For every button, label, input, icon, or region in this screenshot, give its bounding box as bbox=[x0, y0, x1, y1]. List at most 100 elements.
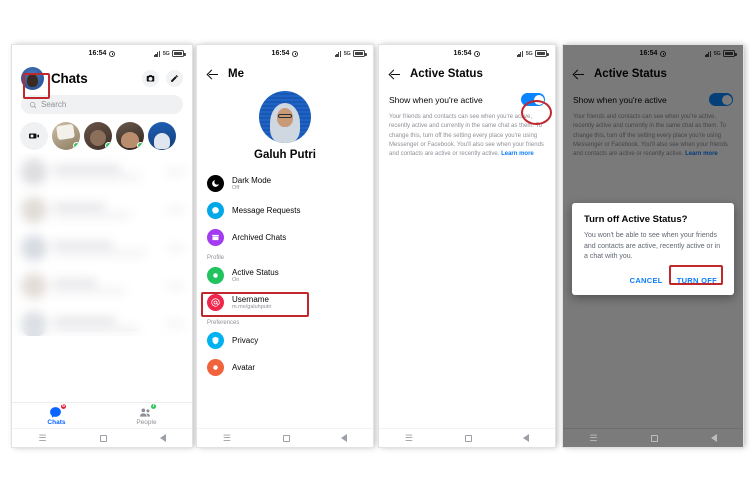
settings-row-value: On bbox=[232, 277, 240, 284]
back-arrow-icon[interactable] bbox=[207, 69, 218, 80]
section-header-profile: Profile bbox=[207, 255, 225, 261]
back-icon[interactable] bbox=[341, 434, 348, 442]
recents-icon[interactable]: ☰ bbox=[589, 433, 597, 443]
online-dot bbox=[105, 142, 112, 149]
bottom-nav-chats-label: Chats bbox=[47, 418, 66, 426]
status-bar-time: 16:54 bbox=[88, 50, 107, 57]
back-icon[interactable] bbox=[159, 434, 166, 442]
settings-row-active-status[interactable]: Active Status On bbox=[197, 262, 373, 289]
page-title: Me bbox=[228, 68, 244, 80]
android-nav-bar: ☰ bbox=[197, 428, 373, 447]
learn-more-link[interactable]: Learn more bbox=[501, 151, 534, 157]
story-item[interactable] bbox=[84, 122, 112, 150]
cancel-button[interactable]: CANCEL bbox=[625, 272, 668, 289]
network-label: 5G bbox=[162, 50, 170, 57]
username-icon bbox=[207, 294, 224, 311]
turn-off-button[interactable]: TURN OFF bbox=[672, 272, 722, 289]
dialog-title: Turn off Active Status? bbox=[584, 214, 688, 225]
screenshot-stage: 16:54 5G Chats Search 6 Chats 7 People ☰… bbox=[0, 0, 750, 500]
recents-icon[interactable]: ☰ bbox=[405, 433, 413, 443]
active-status-toggle[interactable] bbox=[521, 93, 545, 106]
active-status-header: Active Status bbox=[379, 62, 555, 87]
profile-avatar-large[interactable] bbox=[259, 91, 311, 143]
home-icon[interactable] bbox=[464, 434, 472, 442]
home-icon[interactable] bbox=[99, 434, 107, 442]
phone-panel-chats: 16:54 5G Chats Search 6 Chats 7 People ☰ bbox=[12, 45, 192, 447]
home-icon[interactable] bbox=[282, 434, 290, 442]
chat-list[interactable] bbox=[12, 153, 192, 336]
android-nav-bar: ☰ bbox=[379, 428, 555, 447]
settings-row-message-requests[interactable]: Message Requests bbox=[197, 197, 373, 224]
active-status-icon bbox=[207, 267, 224, 284]
avatar-icon bbox=[207, 359, 224, 376]
active-status-toggle-label: Show when you're active bbox=[389, 94, 483, 105]
people-icon: 7 bbox=[139, 402, 158, 418]
bottom-navigation: 6 Chats 7 People bbox=[12, 402, 192, 428]
status-bar: 16:54 5G bbox=[197, 45, 373, 62]
network-label: 5G bbox=[525, 50, 533, 57]
settings-row-label: Dark Mode bbox=[232, 175, 272, 185]
me-header: Me bbox=[197, 62, 373, 87]
chats-header: Chats bbox=[12, 62, 192, 94]
settings-row-label: Active Status bbox=[232, 267, 279, 277]
back-icon[interactable] bbox=[710, 434, 717, 442]
camera-icon[interactable] bbox=[142, 70, 159, 87]
battery-icon bbox=[535, 50, 549, 57]
settings-row-avatar[interactable]: Avatar bbox=[197, 354, 373, 381]
stories-row bbox=[12, 119, 192, 153]
chats-badge: 6 bbox=[59, 402, 68, 410]
settings-row-username[interactable]: Username m.me/galuhputri bbox=[197, 289, 373, 316]
signal-icon bbox=[516, 50, 524, 57]
bottom-nav-chats[interactable]: 6 Chats bbox=[47, 402, 68, 426]
section-header-preferences: Preferences bbox=[207, 320, 240, 326]
recents-icon[interactable]: ☰ bbox=[38, 433, 46, 443]
settings-row-value: m.me/galuhputri bbox=[232, 304, 272, 311]
back-icon[interactable] bbox=[523, 434, 530, 442]
phone-panel-me: 16:54 5G Me Galuh Putri Dark Mode Off Me… bbox=[197, 45, 373, 447]
profile-avatar[interactable] bbox=[21, 67, 44, 90]
settings-row-label: Message Requests bbox=[232, 206, 301, 215]
signal-icon bbox=[334, 50, 342, 57]
dialog-body: You won't be able to see when your frien… bbox=[584, 232, 721, 261]
android-nav-bar: ☰ bbox=[12, 428, 192, 447]
dialog-actions: CANCEL TURN OFF bbox=[584, 272, 722, 289]
story-item[interactable] bbox=[116, 122, 144, 150]
home-icon[interactable] bbox=[650, 434, 658, 442]
dark-mode-icon bbox=[207, 175, 224, 192]
back-arrow-icon[interactable] bbox=[389, 69, 400, 80]
bottom-nav-people[interactable]: 7 People bbox=[136, 402, 158, 426]
search-placeholder: Search bbox=[41, 100, 67, 109]
settings-row-privacy[interactable]: Privacy bbox=[197, 327, 373, 354]
story-item[interactable] bbox=[148, 122, 176, 150]
profile-name: Galuh Putri bbox=[254, 149, 316, 161]
message-requests-icon bbox=[207, 202, 224, 219]
story-item[interactable] bbox=[52, 122, 80, 150]
search-input[interactable]: Search bbox=[21, 95, 183, 114]
online-dot bbox=[73, 142, 80, 149]
compose-icon[interactable] bbox=[166, 70, 183, 87]
search-icon bbox=[29, 101, 37, 108]
settings-row-archived-chats[interactable]: Archived Chats bbox=[197, 224, 373, 251]
online-dot bbox=[137, 142, 144, 149]
people-badge: 7 bbox=[149, 402, 158, 410]
privacy-icon bbox=[207, 332, 224, 349]
settings-row-value: Off bbox=[232, 185, 240, 192]
phone-panel-active-status: 16:54 5G Active Status Show when you're … bbox=[379, 45, 555, 447]
settings-row-label: Username bbox=[232, 294, 269, 304]
battery-icon bbox=[172, 50, 186, 57]
status-bar: 16:54 5G bbox=[379, 45, 555, 62]
active-status-description: Your friends and contacts can see when y… bbox=[379, 110, 555, 159]
archived-chats-icon bbox=[207, 229, 224, 246]
settings-row-dark-mode[interactable]: Dark Mode Off bbox=[197, 170, 373, 197]
status-bar-time: 16:54 bbox=[453, 50, 472, 57]
chats-icon: 6 bbox=[49, 402, 68, 418]
active-status-toggle-row[interactable]: Show when you're active bbox=[379, 87, 555, 110]
recents-icon[interactable]: ☰ bbox=[223, 433, 231, 443]
phone-panel-confirm-dialog: 16:54 5G Active Status Show when you're … bbox=[563, 45, 743, 447]
android-nav-bar: ☰ bbox=[563, 428, 743, 447]
page-title: Active Status bbox=[410, 68, 483, 80]
network-label: 5G bbox=[343, 50, 351, 57]
new-story-button[interactable] bbox=[20, 122, 48, 150]
status-bar-time: 16:54 bbox=[271, 50, 290, 57]
settings-row-label: Avatar bbox=[232, 363, 255, 372]
